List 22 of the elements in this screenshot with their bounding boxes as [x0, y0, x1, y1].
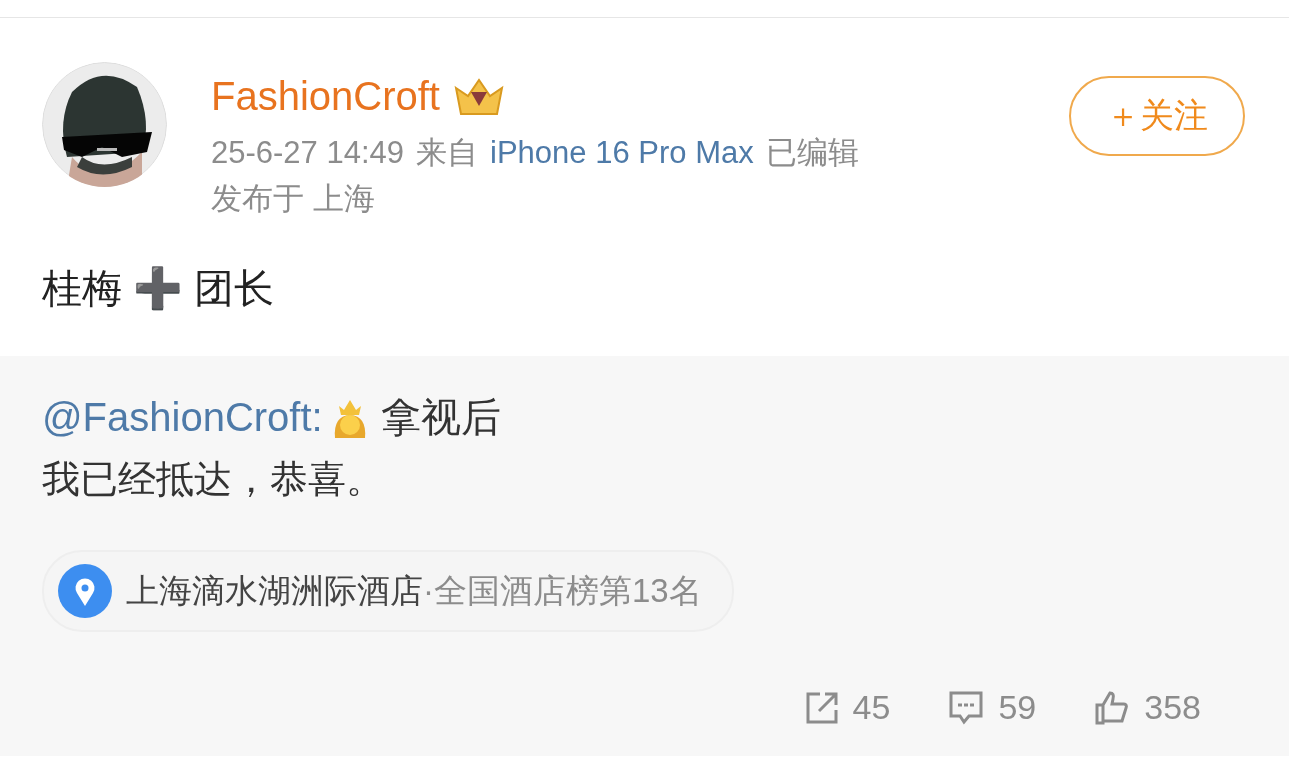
- place-rank: ·全国酒店榜第13名: [423, 570, 702, 611]
- repost-text: 我已经抵达，恭喜。: [42, 457, 385, 502]
- device-link[interactable]: iPhone 16 Pro Max: [490, 130, 754, 176]
- post-text: 桂梅 ➕ 团长: [41, 265, 276, 313]
- comment-icon: [948, 689, 985, 726]
- repost-text: 拿视后: [380, 394, 501, 441]
- post-time: 25-6-27 14:49: [211, 134, 405, 172]
- post-location: 发布于 上海: [211, 180, 376, 218]
- mention-link[interactable]: @FashionCroft:: [42, 386, 323, 448]
- like-button[interactable]: 358: [1094, 688, 1201, 727]
- thumbs-up-icon: [1094, 689, 1131, 726]
- source-label: 来自: [416, 134, 479, 172]
- comment-button[interactable]: 59: [948, 688, 1037, 727]
- crown-badge-icon: [452, 76, 506, 116]
- location-tag[interactable]: 上海滴水湖洲际酒店·全国酒店榜第13名: [42, 550, 734, 632]
- place-name: 上海滴水湖洲际酒店: [126, 570, 423, 611]
- share-icon: [804, 690, 839, 725]
- edited-label: 已编辑: [765, 134, 859, 172]
- user-name[interactable]: FashionCroft: [211, 72, 440, 120]
- follow-button[interactable]: ＋关注: [1069, 76, 1245, 156]
- share-button[interactable]: 45: [804, 688, 891, 727]
- location-pin-icon: [58, 564, 112, 618]
